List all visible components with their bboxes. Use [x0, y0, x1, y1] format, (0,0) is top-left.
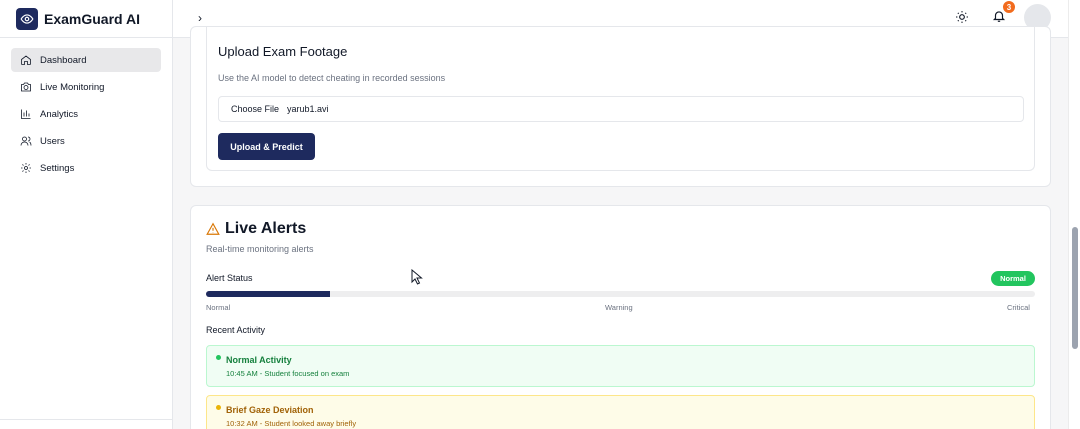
sidebar-item-label: Users — [40, 135, 65, 147]
sidebar-nav: Dashboard Live Monitoring Analytics User… — [0, 38, 172, 193]
upload-title: Upload Exam Footage — [218, 44, 348, 59]
users-icon — [20, 136, 32, 146]
activity-meta: 10:32 AM - Student looked away briefly — [226, 419, 357, 428]
upload-subtitle: Use the AI model to detect cheating in r… — [218, 73, 446, 83]
activity-meta: 10:45 AM - Student focused on exam — [226, 369, 350, 378]
scale-critical-label: Critical — [1007, 303, 1030, 312]
live-alerts-card: Live Alerts Real-time monitoring alerts … — [190, 205, 1051, 429]
sidebar-item-label: Dashboard — [40, 54, 87, 66]
status-dot-icon — [216, 405, 221, 410]
bar-chart-icon — [21, 109, 31, 119]
status-badge: Normal — [991, 271, 1035, 286]
activity-title: Normal Activity — [226, 355, 292, 365]
alert-level-bar — [206, 291, 1035, 297]
sidebar-item-users[interactable]: Users — [11, 129, 161, 153]
sun-icon[interactable] — [955, 10, 969, 24]
sidebar-item-label: Live Monitoring — [40, 81, 105, 93]
brand[interactable]: ExamGuard AI — [0, 0, 172, 38]
activity-title: Brief Gaze Deviation — [226, 405, 314, 415]
camera-icon — [21, 82, 31, 92]
warning-icon — [206, 222, 220, 235]
eye-icon — [16, 7, 38, 30]
scrollbar[interactable] — [1068, 0, 1080, 429]
notification-badge: 3 — [1002, 0, 1016, 14]
sidebar-item-settings[interactable]: Settings — [11, 156, 161, 180]
sidebar-item-analytics[interactable]: Analytics — [11, 102, 161, 126]
scrollbar-thumb[interactable] — [1072, 227, 1078, 349]
alerts-title: Live Alerts — [225, 220, 307, 237]
upload-predict-button[interactable]: Upload & Predict — [218, 133, 315, 160]
sidebar-footer — [0, 419, 173, 429]
file-name: yarub1.avi — [287, 104, 329, 114]
scale-warning-label: Warning — [605, 303, 633, 312]
sidebar-item-live-monitoring[interactable]: Live Monitoring — [11, 75, 161, 99]
file-input[interactable]: Choose File yarub1.avi — [218, 96, 1024, 122]
alerts-subtitle: Real-time monitoring alerts — [206, 244, 314, 254]
chevron-right-icon[interactable]: › — [198, 11, 202, 25]
gear-icon — [21, 163, 31, 173]
alert-level-fill — [206, 291, 331, 297]
activity-item-normal[interactable]: Normal Activity 10:45 AM - Student focus… — [206, 345, 1035, 387]
status-dot-icon — [216, 355, 221, 360]
sidebar: ExamGuard AI Dashboard Live Monitoring A… — [0, 0, 173, 429]
scale-normal-label: Normal — [206, 303, 231, 312]
mouse-cursor-icon — [411, 269, 423, 285]
home-icon — [21, 55, 31, 65]
sidebar-item-label: Settings — [40, 162, 75, 174]
upload-card: Upload Exam Footage Use the AI model to … — [190, 26, 1051, 187]
activity-item-warning[interactable]: Brief Gaze Deviation 10:32 AM - Student … — [206, 395, 1035, 429]
choose-file-button[interactable]: Choose File — [231, 104, 279, 114]
upload-panel: Upload Exam Footage Use the AI model to … — [206, 27, 1035, 171]
alert-status-label: Alert Status — [206, 273, 253, 283]
alerts-header: Live Alerts — [206, 220, 306, 238]
sidebar-item-dashboard[interactable]: Dashboard — [11, 48, 161, 72]
sidebar-item-label: Analytics — [40, 108, 79, 120]
recent-activity-label: Recent Activity — [206, 325, 266, 335]
brand-name: ExamGuard AI — [44, 10, 140, 27]
